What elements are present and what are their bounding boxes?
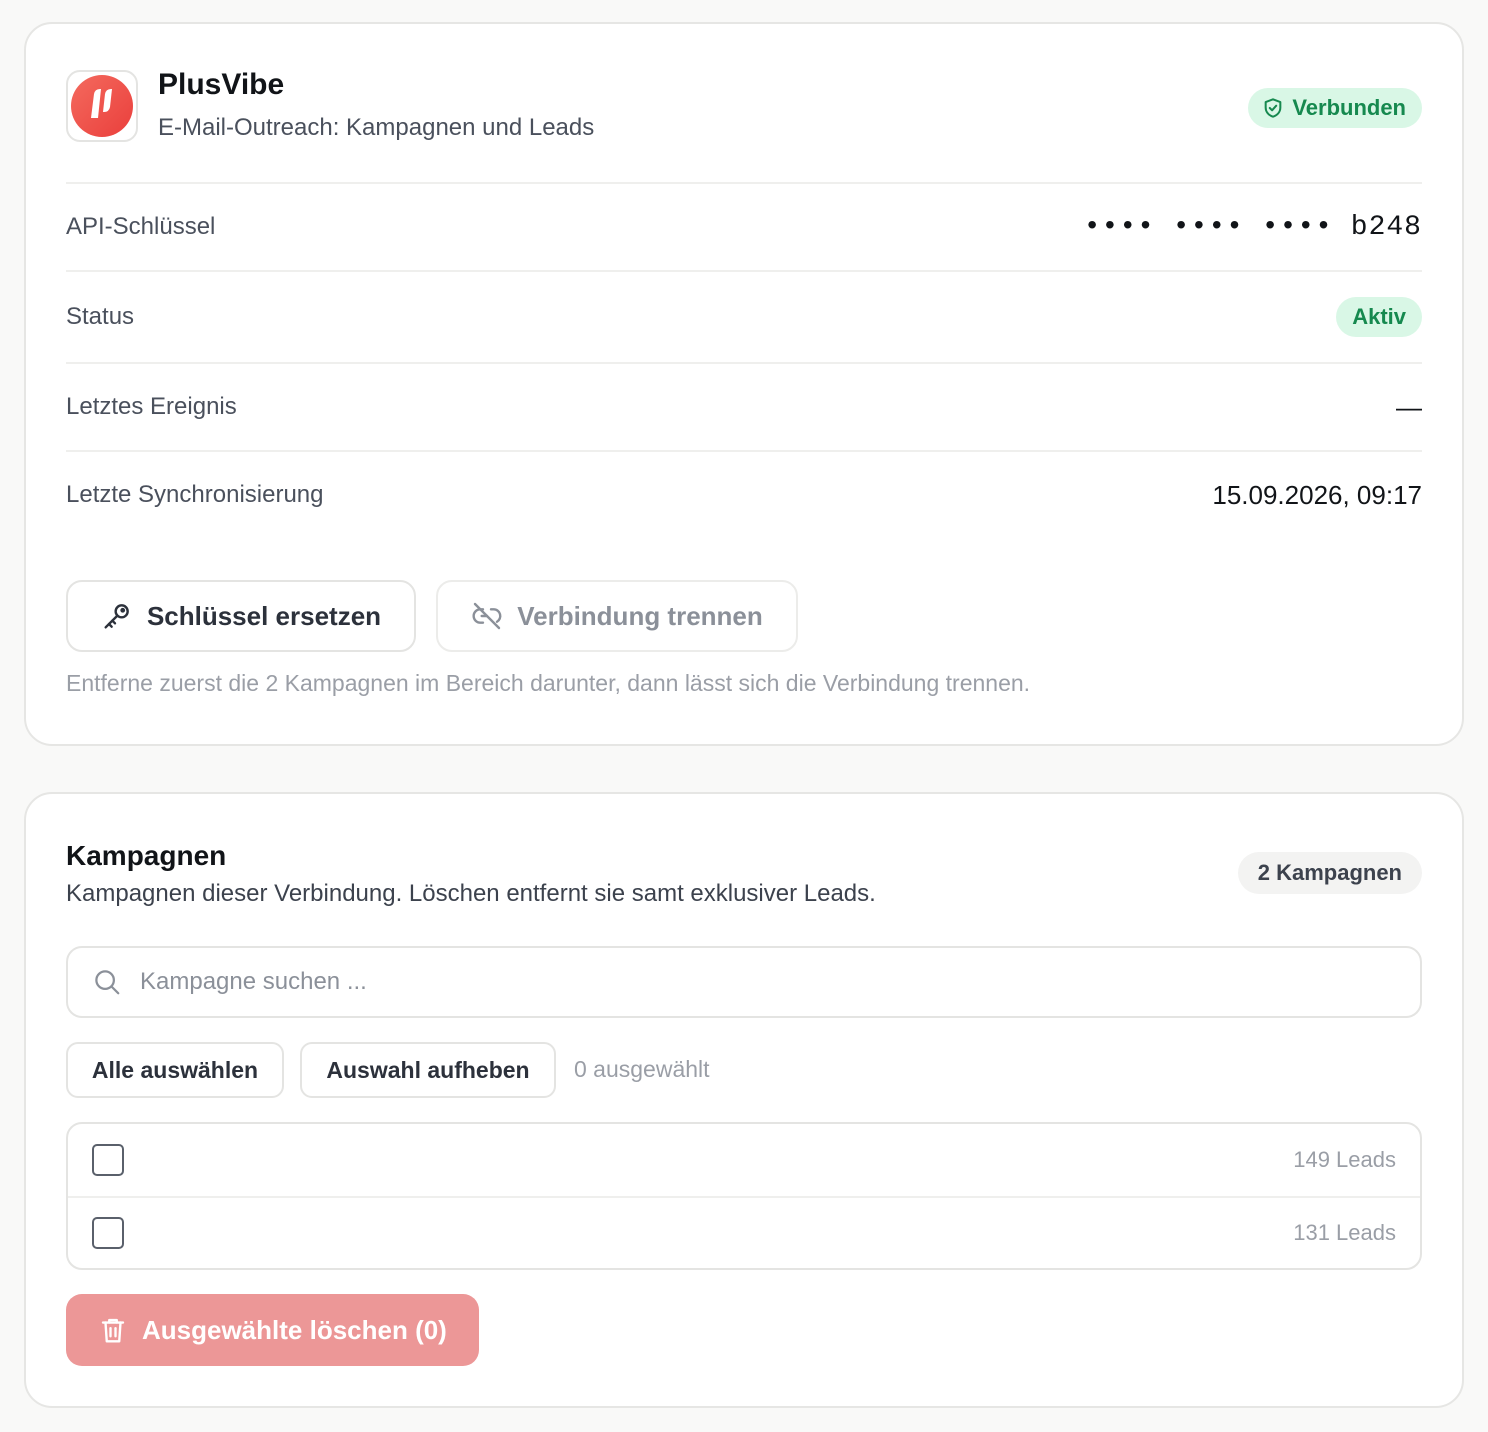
campaign-checkbox[interactable] [92,1217,124,1249]
shield-check-icon [1264,98,1282,118]
status-row: Status Aktiv [66,270,1422,362]
key-icon [104,604,129,629]
last-event-row: Letztes Ereignis — [66,362,1422,450]
api-key-label: API-Schlüssel [66,213,216,240]
plusvibe-logo [66,70,138,142]
integration-title: PlusVibe [158,68,285,101]
disconnect-hint: Entferne zuerst die 2 Kampagnen im Berei… [66,670,1031,696]
replace-key-button[interactable]: Schlüssel ersetzen [66,580,416,652]
campaign-checkbox[interactable] [92,1144,124,1176]
api-key-value: •••• •••• •••• b248 [1083,211,1422,243]
integration-subtitle: E-Mail-Outreach: Kampagnen und Leads [158,114,595,141]
unlink-icon [472,602,502,630]
campaign-row[interactable]: 131 Leads [68,1196,1420,1268]
campaign-leads-count: 131 Leads [1293,1220,1396,1245]
trash-icon [101,1318,125,1343]
replace-key-label: Schlüssel ersetzen [146,600,382,631]
search-icon [95,970,120,995]
campaign-search [66,946,1422,1018]
last-sync-label: Letzte Synchronisierung [66,481,324,508]
connected-badge: Verbunden [1248,88,1422,128]
last-event-label: Letztes Ereignis [66,393,237,420]
connected-badge-label: Verbunden [1292,95,1406,120]
last-event-value: — [1396,391,1422,422]
status-label: Status [66,303,135,330]
disconnect-button[interactable]: Verbindung trennen [436,580,798,652]
status-badge: Aktiv [1336,297,1422,337]
campaign-list: 149 Leads 131 Leads [66,1122,1422,1270]
delete-selected-label: Ausgewählte löschen (0) [142,1314,447,1345]
campaign-search-input[interactable] [140,968,1340,996]
disconnect-label: Verbindung trennen [517,600,763,631]
campaign-row[interactable]: 149 Leads [68,1124,1420,1196]
select-all-button[interactable]: Alle auswählen [66,1042,284,1098]
campaign-leads-count: 149 Leads [1293,1147,1396,1172]
campaigns-description: Kampagnen dieser Verbindung. Löschen ent… [66,880,876,907]
campaign-count-badge: 2 Kampagnen [1237,852,1422,894]
campaigns-title: Kampagnen [66,840,227,871]
clear-selection-button[interactable]: Auswahl aufheben [300,1042,556,1098]
selected-count: 0 ausgewählt [574,1056,710,1082]
last-sync-value: 15.09.2026, 09:17 [1212,479,1422,510]
campaigns-card: Kampagnen Kampagnen dieser Verbindung. L… [24,792,1464,1408]
delete-selected-button[interactable]: Ausgewählte löschen (0) [66,1294,479,1366]
last-sync-row: Letzte Synchronisierung 15.09.2026, 09:1… [66,450,1422,538]
connection-card: PlusVibe E-Mail-Outreach: Kampagnen und … [24,22,1464,746]
api-key-row: API-Schlüssel •••• •••• •••• b248 [66,182,1422,270]
